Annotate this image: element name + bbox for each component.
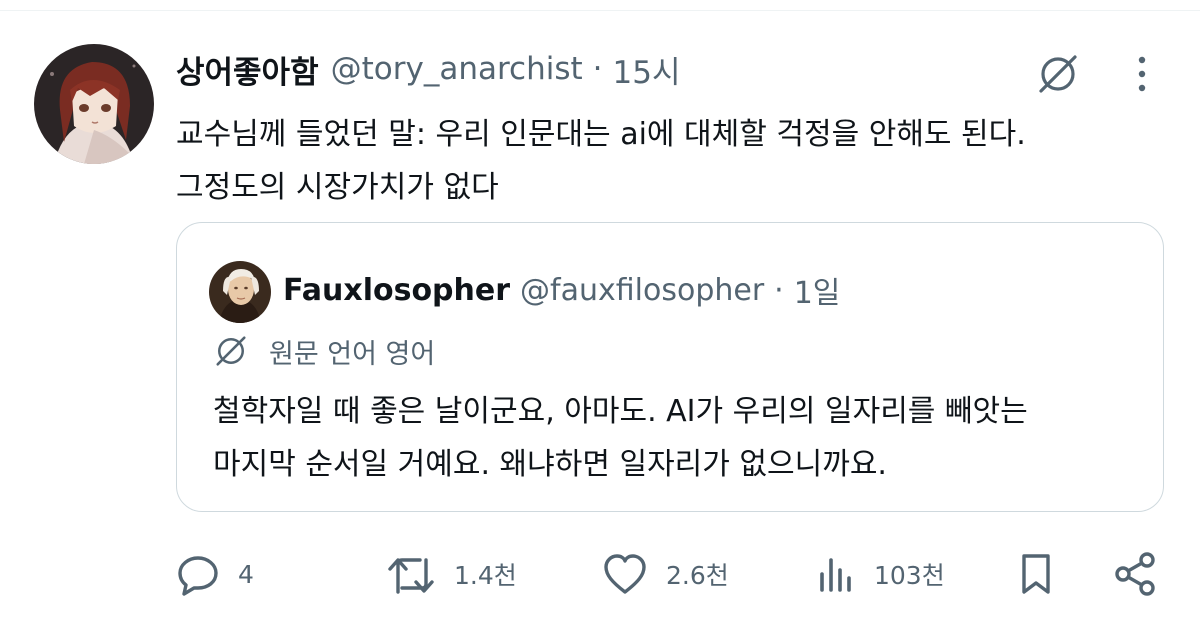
original-language-note[interactable]: 원문 언어 영어	[213, 327, 435, 375]
quoted-post-text: 철학자일 때 좋은 날이군요, 아마도. AI가 우리의 일자리를 빼앗는 마지…	[213, 385, 1143, 491]
quoted-author-avatar[interactable]	[209, 261, 271, 323]
more-options-button[interactable]	[1122, 48, 1162, 100]
post-text-line: 교수님께 들었던 말: 우리 인문대는 ai에 대체할 걱정을 안해도 된다.	[176, 117, 1026, 152]
reply-button[interactable]: 4	[176, 546, 254, 602]
repost-count: 1.4천	[454, 561, 517, 590]
top-divider	[0, 10, 1200, 11]
translate-icon	[1039, 55, 1077, 93]
more-icon	[1138, 56, 1146, 92]
quoted-author-handle[interactable]: @fauxfilosopher	[520, 273, 764, 308]
bookmark-icon	[1022, 554, 1050, 594]
views-button[interactable]: 103천	[816, 546, 945, 602]
quoted-author-display-name[interactable]: Fauxlosopher	[283, 273, 510, 308]
reply-icon	[178, 556, 218, 596]
reply-count: 4	[238, 559, 254, 589]
bookmark-button[interactable]	[1014, 546, 1058, 602]
like-count: 2.6천	[666, 561, 729, 590]
repost-icon	[388, 558, 434, 594]
views-icon	[820, 558, 851, 592]
heart-icon	[604, 554, 646, 594]
translate-button[interactable]	[1030, 46, 1086, 102]
quoted-text-line: 철학자일 때 좋은 날이군요, 아마도. AI가 우리의 일자리를 빼앗는	[213, 394, 1028, 429]
share-button[interactable]	[1112, 546, 1158, 602]
author-handle[interactable]: @tory_anarchist	[331, 51, 583, 87]
like-button[interactable]: 2.6천	[602, 546, 729, 602]
original-language-label: 원문 언어 영어	[269, 338, 436, 370]
translate-icon	[216, 336, 246, 366]
share-icon	[1115, 552, 1155, 596]
repost-button[interactable]: 1.4천	[386, 546, 517, 602]
post-text-line: 그정도의 시장가치가 없다	[176, 170, 499, 205]
post-timestamp[interactable]: 15시	[613, 47, 681, 92]
header-separator: ·	[592, 51, 603, 87]
post-text: 교수님께 들었던 말: 우리 인문대는 ai에 대체할 걱정을 안해도 된다. …	[176, 108, 1166, 214]
quoted-post-card[interactable]: Fauxlosopher @fauxfilosopher · 1일 원문 언어 …	[176, 222, 1164, 512]
author-display-name[interactable]: 상어좋아함	[176, 47, 319, 92]
author-avatar[interactable]	[34, 44, 154, 164]
quoted-post-timestamp[interactable]: 1일	[794, 268, 841, 312]
quoted-post-header: Fauxlosopher @fauxfilosopher · 1일	[283, 267, 840, 313]
post-header: 상어좋아함 @tory_anarchist · 15시	[176, 46, 680, 92]
quoted-header-separator: ·	[774, 272, 784, 308]
quoted-text-line: 마지막 순서일 거예요. 왜냐하면 일자리가 없으니까요.	[213, 447, 887, 482]
views-count: 103천	[874, 561, 945, 590]
